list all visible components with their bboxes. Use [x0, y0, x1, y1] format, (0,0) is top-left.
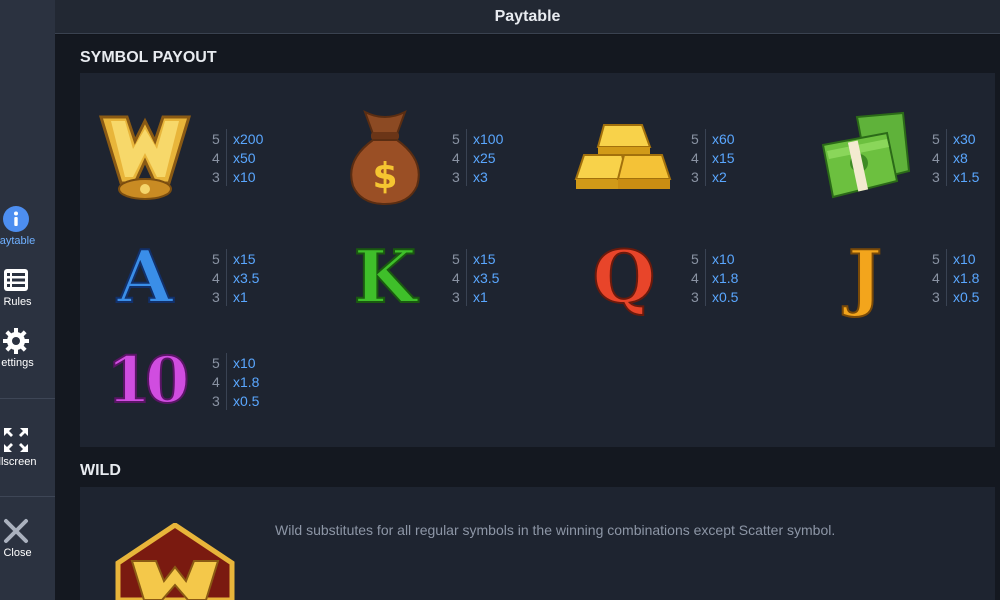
- sidebar-item-label: aytable: [0, 235, 36, 247]
- list-icon: [3, 269, 28, 291]
- symbol-payout-title: SYMBOL PAYOUT: [80, 49, 217, 66]
- sidebar-item-settings[interactable]: ettings: [0, 328, 55, 369]
- pay-multiplier: x0.5: [953, 288, 980, 305]
- pay-count: 5: [452, 130, 460, 147]
- pay-multiplier: x1.5: [953, 168, 980, 185]
- cash-stack-icon: [821, 111, 911, 199]
- sidebar-divider: [0, 496, 55, 497]
- pay-count: 5: [212, 354, 220, 371]
- pay-count: 3: [452, 288, 460, 305]
- pay-multiplier: x0.5: [712, 288, 739, 305]
- pay-count: 5: [212, 250, 220, 267]
- pay-multiplier: x1.8: [233, 373, 260, 390]
- pay-count: 5: [932, 250, 940, 267]
- pay-count: 5: [212, 130, 220, 147]
- pay-multiplier: x2: [712, 168, 727, 185]
- pay-count: 5: [932, 130, 940, 147]
- pay-count: 5: [452, 250, 460, 267]
- sidebar-item-label: Rules: [3, 296, 32, 308]
- pay-multiplier: x100: [473, 130, 504, 147]
- symbol-q: Q 5 x10 4 x1.8 3 x0.5: [569, 227, 809, 327]
- pay-count: 4: [212, 269, 220, 286]
- sidebar-item-close[interactable]: Close: [0, 518, 55, 559]
- pay-multiplier: x25: [473, 149, 496, 166]
- symbol-j: J 5 x10 4 x1.8 3 x0.5: [810, 227, 1000, 327]
- pay-multiplier: x15: [712, 149, 735, 166]
- pay-multiplier: x1: [473, 288, 488, 305]
- letter-q-icon: Q: [592, 234, 657, 319]
- sidebar-divider: [0, 398, 55, 399]
- pay-count: 4: [452, 149, 460, 166]
- pay-multiplier: x1.8: [712, 269, 739, 286]
- close-icon: [3, 519, 28, 543]
- sidebar-item-paytable[interactable]: aytable: [0, 206, 55, 247]
- pay-multiplier: x50: [233, 149, 256, 166]
- svg-text:$: $: [372, 156, 397, 197]
- wild-w-icon: [98, 115, 192, 200]
- symbol-payout-panel: 5 x200 4 x50 3 x10 $ 5 x100 4 x25 3 x3 5…: [80, 73, 995, 447]
- pay-count: 3: [212, 288, 220, 305]
- pay-count: 3: [212, 168, 220, 185]
- pay-count: 5: [691, 130, 699, 147]
- pay-count: 3: [932, 168, 940, 185]
- pay-count: 4: [691, 149, 699, 166]
- pay-multiplier: x3.5: [233, 269, 260, 286]
- sidebar-item-label: Close: [3, 547, 32, 559]
- symbol-wild: 5 x200 4 x50 3 x10: [90, 107, 330, 207]
- gear-icon: [2, 328, 29, 354]
- paytable-content[interactable]: SYMBOL PAYOUT 5 x200 4 x50 3 x10 $ 5 x10…: [55, 35, 1000, 600]
- sidebar-item-rules[interactable]: Rules: [0, 267, 55, 308]
- number-10-icon: 10: [105, 343, 190, 418]
- wild-title: WILD: [80, 462, 121, 479]
- pay-multiplier: x8: [953, 149, 968, 166]
- symbol-money-bag: $ 5 x100 4 x25 3 x3: [330, 107, 570, 207]
- pay-count: 4: [212, 149, 220, 166]
- pay-count: 3: [691, 288, 699, 305]
- pay-multiplier: x3.5: [473, 269, 500, 286]
- pay-count: 3: [691, 168, 699, 185]
- pay-multiplier: x0.5: [233, 392, 260, 409]
- pay-count: 4: [212, 373, 220, 390]
- symbol-10: 10 5 x10 4 x1.8 3 x0.5: [90, 331, 330, 431]
- wild-description: Wild substitutes for all regular symbols…: [275, 522, 836, 538]
- pay-count: 4: [932, 149, 940, 166]
- pay-count: 4: [691, 269, 699, 286]
- pay-multiplier: x10: [712, 250, 735, 267]
- sidebar-item-label: llscreen: [0, 456, 37, 468]
- money-bag-icon: $: [350, 109, 420, 206]
- pay-multiplier: x1: [233, 288, 248, 305]
- pay-multiplier: x30: [953, 130, 976, 147]
- pay-multiplier: x200: [233, 130, 264, 147]
- pay-multiplier: x10: [953, 250, 976, 267]
- symbol-gold-bars: 5 x60 4 x15 3 x2: [569, 107, 809, 207]
- pay-multiplier: x10: [233, 354, 256, 371]
- letter-a-icon: A: [116, 234, 174, 319]
- fullscreen-icon: [3, 428, 28, 452]
- pay-multiplier: x15: [233, 250, 256, 267]
- info-icon: [2, 206, 29, 232]
- sidebar: aytable Rules ettings llscreen Close: [0, 0, 55, 600]
- pay-count: 3: [452, 168, 460, 185]
- wild-w-icon: [115, 523, 235, 600]
- sidebar-item-label: ettings: [1, 357, 34, 369]
- pay-multiplier: x10: [233, 168, 256, 185]
- page-title: Paytable: [55, 0, 1000, 34]
- pay-count: 5: [691, 250, 699, 267]
- letter-k-icon: K: [353, 234, 418, 319]
- gold-bars-icon: [574, 124, 672, 189]
- pay-multiplier: x15: [473, 250, 496, 267]
- pay-count: 3: [932, 288, 940, 305]
- pay-count: 3: [212, 392, 220, 409]
- symbol-cash-stack: 5 x30 4 x8 3 x1.5: [810, 107, 1000, 207]
- symbol-k: K 5 x15 4 x3.5 3 x1: [330, 227, 570, 327]
- pay-multiplier: x1.8: [953, 269, 980, 286]
- sidebar-item-fullscreen[interactable]: llscreen: [0, 427, 55, 468]
- pay-multiplier: x60: [712, 130, 735, 147]
- pay-count: 4: [452, 269, 460, 286]
- pay-multiplier: x3: [473, 168, 488, 185]
- letter-j-icon: J: [847, 234, 883, 319]
- symbol-a: A 5 x15 4 x3.5 3 x1: [90, 227, 330, 327]
- wild-panel: Wild substitutes for all regular symbols…: [80, 487, 995, 600]
- pay-count: 4: [932, 269, 940, 286]
